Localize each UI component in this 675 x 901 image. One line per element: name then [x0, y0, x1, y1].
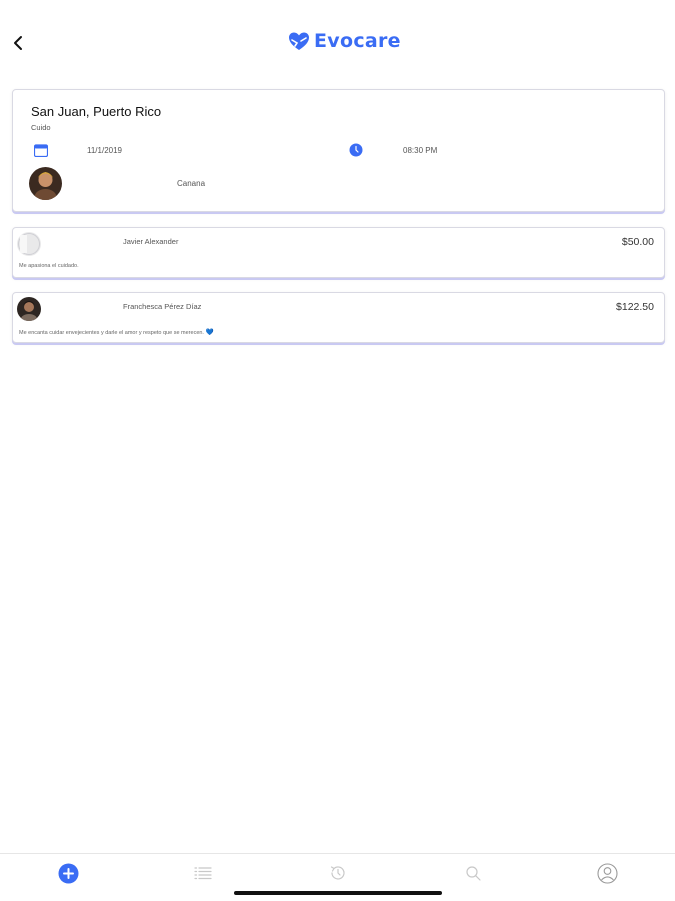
tab-list[interactable] [192, 862, 214, 884]
request-type: Cuido [31, 123, 51, 132]
offer-name: Franchesca Pérez Díaz [123, 302, 202, 311]
request-date: 11/1/2019 [87, 146, 122, 155]
offer-price: $50.00 [621, 236, 654, 248]
logo-text: Evocare [314, 30, 401, 52]
back-button[interactable] [8, 32, 30, 54]
offer-message: Me apasiona el cuidado. [19, 263, 79, 269]
tab-search[interactable] [462, 862, 484, 884]
offer-card[interactable]: Javier Alexander $50.00 Me apasiona el c… [12, 227, 665, 278]
tab-history[interactable] [327, 862, 349, 884]
requester-name: Canana [177, 179, 206, 188]
list-icon [194, 867, 212, 880]
offer-card[interactable]: Franchesca Pérez Díaz $122.50 Me encanta… [12, 292, 665, 343]
app-logo: Evocare [286, 28, 401, 54]
calendar-icon [34, 144, 48, 157]
avatar [29, 167, 62, 200]
plus-circle-icon [58, 863, 78, 883]
home-indicator [234, 891, 442, 895]
tab-new-request[interactable] [57, 862, 79, 884]
search-icon [465, 865, 481, 881]
chevron-left-icon [14, 36, 22, 50]
blue-heart-emoji: 💙 [205, 329, 214, 336]
request-time: 08:30 PM [403, 146, 438, 155]
request-location: San Juan, Puerto Rico [31, 104, 162, 119]
clock-icon [349, 143, 363, 157]
offer-message: Me encanta cuidar envejecientes y darle … [19, 328, 214, 336]
request-card: San Juan, Puerto Rico Cuido 11/1/2019 08… [12, 89, 665, 212]
history-icon [330, 866, 345, 880]
avatar [17, 232, 41, 256]
avatar [17, 297, 41, 321]
offer-name: Javier Alexander [123, 237, 179, 246]
offer-message-text: Me encanta cuidar envejecientes y darle … [19, 330, 204, 336]
offer-price: $122.50 [616, 301, 654, 313]
profile-icon [596, 862, 618, 884]
tab-profile[interactable] [596, 862, 618, 884]
heart-hands-icon [289, 32, 309, 50]
